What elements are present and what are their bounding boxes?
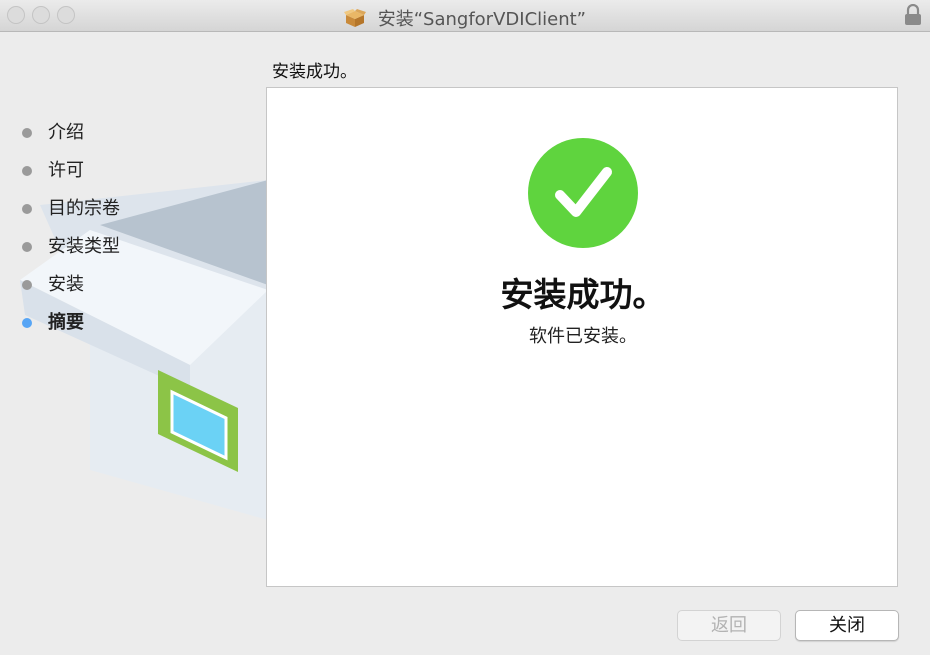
step-dot (22, 166, 32, 176)
close-button[interactable]: 关闭 (795, 610, 899, 641)
step-dot (22, 242, 32, 252)
window-title: 安装“SangforVDIClient” (377, 9, 587, 30)
step-license: 许可 (18, 158, 120, 196)
lock-icon (905, 4, 921, 25)
step-destination-volume: 目的宗卷 (18, 196, 120, 234)
title-bar: 安装“SangforVDIClient” (0, 0, 930, 32)
checkmark-circle-icon (528, 138, 638, 248)
success-subtitle: 软件已安装。 (529, 326, 637, 347)
installer-steps: 介绍 许可 目的宗卷 安装类型 安装 摘要 (18, 120, 120, 348)
step-label: 安装 (48, 274, 84, 295)
step-label: 安装类型 (48, 236, 120, 257)
step-introduction: 介绍 (18, 120, 120, 158)
step-summary: 摘要 (18, 310, 120, 348)
step-label: 介绍 (48, 122, 84, 143)
step-dot-active (22, 318, 32, 328)
step-installation-type: 安装类型 (18, 234, 120, 272)
step-label: 许可 (48, 160, 84, 181)
step-dot (22, 128, 32, 138)
success-title: 安装成功。 (500, 275, 666, 314)
step-installation: 安装 (18, 272, 120, 310)
window-title-group: 安装“SangforVDIClient” (0, 5, 930, 31)
step-label: 目的宗卷 (48, 198, 120, 219)
back-button[interactable]: 返回 (677, 610, 781, 641)
content-panel: 安装成功。 软件已安装。 (266, 87, 898, 587)
page-heading: 安装成功。 (272, 62, 357, 82)
step-label: 摘要 (48, 312, 84, 333)
step-dot (22, 280, 32, 290)
package-icon (343, 9, 366, 27)
step-dot (22, 204, 32, 214)
